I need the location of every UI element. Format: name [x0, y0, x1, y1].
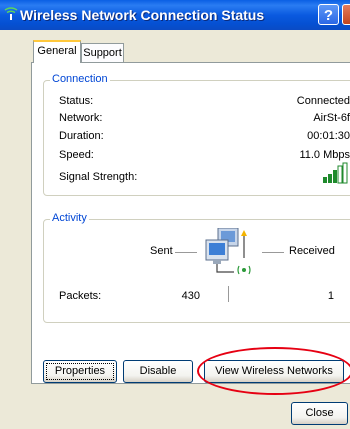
activity-group: [43, 219, 350, 323]
duration-label: Duration:: [59, 130, 104, 142]
speed-label: Speed:: [59, 149, 94, 161]
properties-button-label: Properties: [54, 365, 106, 377]
sent-label: Sent: [150, 245, 173, 257]
disable-button-label: Disable: [139, 365, 177, 377]
disable-button[interactable]: Disable: [123, 360, 193, 383]
wireless-icon: [4, 7, 18, 20]
network-label: Network:: [59, 112, 103, 124]
received-label: Received: [289, 245, 335, 257]
network-computers-icon: [205, 228, 251, 275]
view-wireless-networks-button[interactable]: View Wireless Networks: [204, 360, 344, 383]
close-button-label: Close: [305, 407, 334, 419]
window-title: Wireless Network Connection Status: [20, 7, 265, 23]
speed-value: 11.0 Mbps: [299, 149, 350, 161]
packets-received-value: 1: [327, 290, 334, 302]
help-button[interactable]: ?: [318, 4, 339, 25]
status-value: Connected: [296, 95, 350, 107]
signal-strength-icon: [323, 162, 348, 184]
close-button[interactable]: Close: [291, 402, 348, 425]
title-close-button[interactable]: [342, 4, 350, 25]
packets-sent-value: 430: [181, 290, 200, 302]
title-bar[interactable]: Wireless Network Connection Status ?: [0, 0, 350, 30]
duration-value: 00:01:30: [307, 130, 350, 142]
signal-strength-label: Signal Strength:: [59, 171, 138, 183]
network-value: AirSt-6f: [313, 112, 350, 124]
properties-button[interactable]: Properties: [43, 360, 117, 383]
packets-divider: [228, 286, 229, 302]
sent-line: [175, 252, 197, 253]
tab-general[interactable]: General: [33, 40, 81, 63]
received-line: [262, 252, 284, 253]
view-wireless-networks-label: View Wireless Networks: [215, 365, 333, 377]
connection-legend: Connection: [50, 73, 110, 85]
status-label: Status:: [59, 95, 94, 107]
packets-label: Packets:: [59, 290, 102, 302]
tab-support[interactable]: Support: [81, 43, 124, 62]
activity-legend: Activity: [50, 212, 89, 224]
status-dialog: Wireless Network Connection Status ? Gen…: [0, 0, 350, 429]
